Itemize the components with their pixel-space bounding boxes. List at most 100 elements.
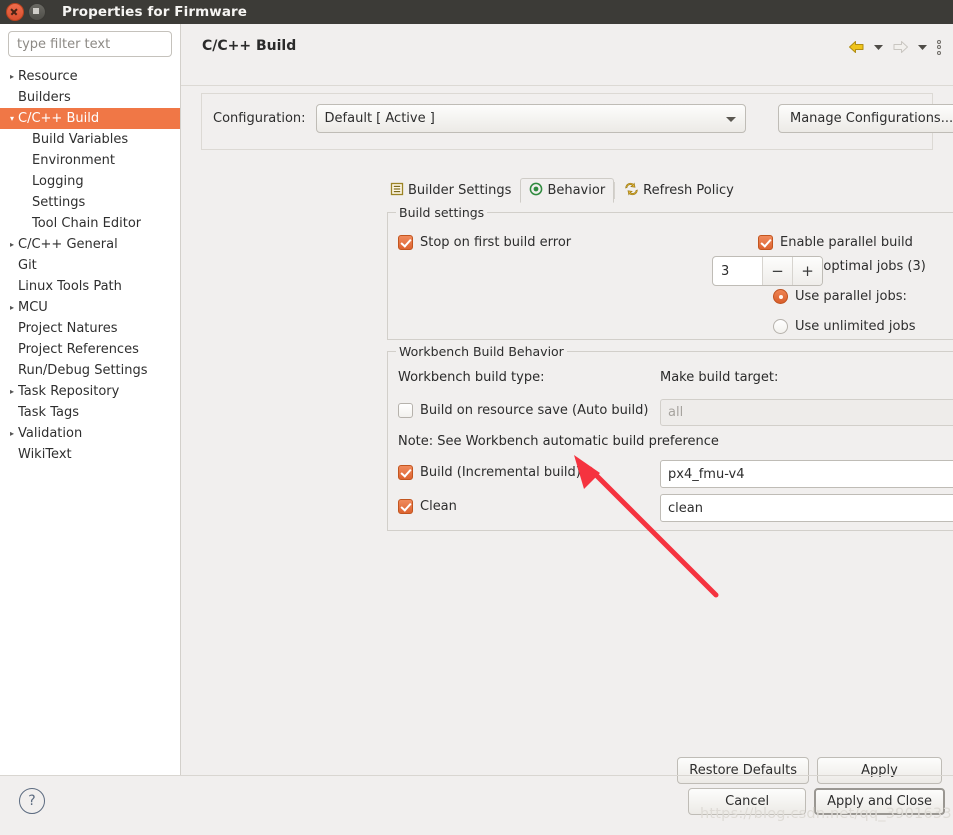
window-titlebar: Properties for Firmware bbox=[0, 0, 953, 24]
sidebar-item-label: C/C++ General bbox=[18, 237, 118, 252]
sidebar-item-validation[interactable]: ▸ Validation bbox=[0, 423, 180, 444]
checkbox-icon bbox=[398, 235, 413, 250]
sidebar-item-settings[interactable]: Settings bbox=[0, 192, 180, 213]
sidebar-item-label: Project Natures bbox=[18, 321, 118, 336]
tree-twisty-icon[interactable]: ▸ bbox=[6, 429, 18, 438]
sidebar-item-tool-chain-editor[interactable]: Tool Chain Editor bbox=[0, 213, 180, 234]
sidebar-item-project-natures[interactable]: Project Natures bbox=[0, 318, 180, 339]
sidebar-item-label: Task Repository bbox=[18, 384, 120, 399]
list-settings-icon bbox=[390, 182, 404, 200]
incremental-build-target-input[interactable] bbox=[660, 460, 953, 488]
tab-refresh-policy-label: Refresh Policy bbox=[643, 183, 734, 198]
tab-refresh-policy[interactable]: Refresh Policy bbox=[615, 178, 743, 203]
use-unlimited-jobs-label: Use unlimited jobs bbox=[795, 319, 916, 334]
forward-history-chevron-down-icon[interactable] bbox=[915, 36, 929, 58]
parallel-jobs-input[interactable] bbox=[713, 257, 762, 285]
checkbox-icon bbox=[758, 235, 773, 250]
build-incremental-label: Build (Incremental build) bbox=[420, 465, 581, 480]
parallel-jobs-stepper[interactable]: − + bbox=[712, 256, 823, 286]
settings-tree: ▸ Resource Builders ▾ C/C++ Build Build Varia… bbox=[0, 66, 180, 465]
workbench-group-title: Workbench Build Behavior bbox=[396, 344, 567, 359]
settings-sidebar: ▸ResourceBuilders▾C/C++ BuildBuild Varia… bbox=[0, 24, 181, 775]
page-title: C/C++ Build bbox=[202, 38, 297, 54]
sidebar-item-label: Tool Chain Editor bbox=[32, 216, 142, 231]
radio-icon bbox=[773, 319, 788, 334]
back-history-chevron-down-icon[interactable] bbox=[871, 36, 885, 58]
sidebar-item-label: WikiText bbox=[18, 447, 72, 462]
sidebar-item-c-c-general[interactable]: ▸ C/C++ General bbox=[0, 234, 180, 255]
stop-on-first-build-error-checkbox[interactable]: Stop on first build error bbox=[398, 235, 571, 250]
sidebar-item-label: MCU bbox=[18, 300, 48, 315]
window-title: Properties for Firmware bbox=[62, 4, 248, 20]
help-question-icon[interactable]: ? bbox=[19, 788, 45, 814]
tree-twisty-icon[interactable]: ▸ bbox=[6, 72, 18, 81]
parallel-jobs-increment-button[interactable]: + bbox=[792, 257, 822, 285]
configuration-row: Configuration: Default [ Active ] bbox=[213, 104, 746, 133]
sidebar-item-label: Run/Debug Settings bbox=[18, 363, 148, 378]
back-arrow-icon[interactable] bbox=[845, 36, 867, 58]
main-panel: C/C++ Build Configuration: Default [ Act… bbox=[181, 24, 953, 784]
sidebar-item-c-c-build[interactable]: ▾ C/C++ Build bbox=[0, 108, 180, 129]
sidebar-item-label: Resource bbox=[18, 69, 78, 84]
search-input[interactable] bbox=[8, 31, 172, 57]
sidebar-item-label: Environment bbox=[32, 153, 116, 168]
tab-bar: Builder Settings Behavior Refresh Policy bbox=[381, 177, 743, 203]
make-build-target-label: Make build target: bbox=[660, 370, 779, 385]
auto-build-target-input bbox=[660, 399, 953, 426]
parallel-jobs-decrement-button[interactable]: − bbox=[762, 257, 792, 285]
build-on-resource-save-checkbox[interactable]: Build on resource save (Auto build) bbox=[398, 403, 648, 418]
sidebar-item-logging[interactable]: Logging bbox=[0, 171, 180, 192]
sidebar-item-git[interactable]: Git bbox=[0, 255, 180, 276]
build-settings-group-title: Build settings bbox=[396, 205, 488, 220]
sidebar-item-task-tags[interactable]: Task Tags bbox=[0, 402, 180, 423]
build-incremental-checkbox[interactable]: Build (Incremental build) bbox=[398, 465, 581, 480]
workbench-build-type-label: Workbench build type: bbox=[398, 370, 545, 385]
sidebar-item-project-references[interactable]: Project References bbox=[0, 339, 180, 360]
tab-behavior[interactable]: Behavior bbox=[520, 178, 615, 203]
use-parallel-jobs-radio[interactable]: Use parallel jobs: bbox=[773, 289, 907, 304]
configuration-label: Configuration: bbox=[213, 111, 306, 126]
sidebar-item-run-debug-settings[interactable]: Run/Debug Settings bbox=[0, 360, 180, 381]
stop-on-first-build-error-label: Stop on first build error bbox=[420, 235, 572, 250]
workbench-note: Note: See Workbench automatic build pref… bbox=[398, 434, 719, 449]
sidebar-item-label: Linux Tools Path bbox=[18, 279, 122, 294]
sidebar-item-environment[interactable]: Environment bbox=[0, 150, 180, 171]
sidebar-item-build-variables[interactable]: Build Variables bbox=[0, 129, 180, 150]
sidebar-item-label: Validation bbox=[18, 426, 83, 441]
view-menu-icon[interactable] bbox=[933, 36, 945, 58]
sidebar-item-task-repository[interactable]: ▸ Task Repository bbox=[0, 381, 180, 402]
sidebar-item-label: Logging bbox=[32, 174, 84, 189]
header-toolbar bbox=[845, 36, 945, 58]
chevron-down-icon bbox=[725, 116, 736, 122]
sidebar-item-label: Project References bbox=[18, 342, 139, 357]
configuration-select[interactable]: Default [ Active ] bbox=[315, 104, 746, 133]
clean-label: Clean bbox=[420, 499, 457, 514]
clean-target-input[interactable] bbox=[660, 494, 953, 522]
sidebar-item-label: Git bbox=[18, 258, 37, 273]
tree-twisty-icon[interactable]: ▸ bbox=[6, 303, 18, 312]
clean-checkbox[interactable]: Clean bbox=[398, 499, 457, 514]
enable-parallel-build-label: Enable parallel build bbox=[780, 235, 913, 250]
watermark-text: https://blog.csdn.net/qq_39016331 bbox=[700, 806, 953, 822]
build-on-resource-save-label: Build on resource save (Auto build) bbox=[420, 403, 649, 418]
tab-builder-settings[interactable]: Builder Settings bbox=[381, 178, 520, 203]
header-divider bbox=[181, 85, 953, 86]
radio-icon bbox=[773, 289, 788, 304]
sidebar-item-wikitext[interactable]: WikiText bbox=[0, 444, 180, 465]
use-unlimited-jobs-radio[interactable]: Use unlimited jobs bbox=[773, 319, 915, 334]
tab-builder-settings-label: Builder Settings bbox=[408, 183, 512, 198]
sidebar-item-linux-tools-path[interactable]: Linux Tools Path bbox=[0, 276, 180, 297]
window-close-icon[interactable] bbox=[6, 3, 24, 21]
tree-twisty-icon[interactable]: ▸ bbox=[6, 240, 18, 249]
apply-button[interactable]: Apply bbox=[817, 757, 942, 784]
enable-parallel-build-checkbox[interactable]: Enable parallel build bbox=[758, 235, 913, 250]
sidebar-item-mcu[interactable]: ▸ MCU bbox=[0, 297, 180, 318]
tree-twisty-icon[interactable]: ▾ bbox=[6, 114, 18, 123]
manage-configurations-button[interactable]: Manage Configurations... bbox=[778, 104, 953, 133]
sidebar-item-label: Build Variables bbox=[32, 132, 129, 147]
sidebar-item-builders[interactable]: Builders bbox=[0, 87, 180, 108]
restore-defaults-button[interactable]: Restore Defaults bbox=[677, 757, 809, 784]
tree-twisty-icon[interactable]: ▸ bbox=[6, 387, 18, 396]
window-maximize-icon[interactable] bbox=[28, 3, 46, 21]
sidebar-item-resource[interactable]: ▸ Resource bbox=[0, 66, 180, 87]
